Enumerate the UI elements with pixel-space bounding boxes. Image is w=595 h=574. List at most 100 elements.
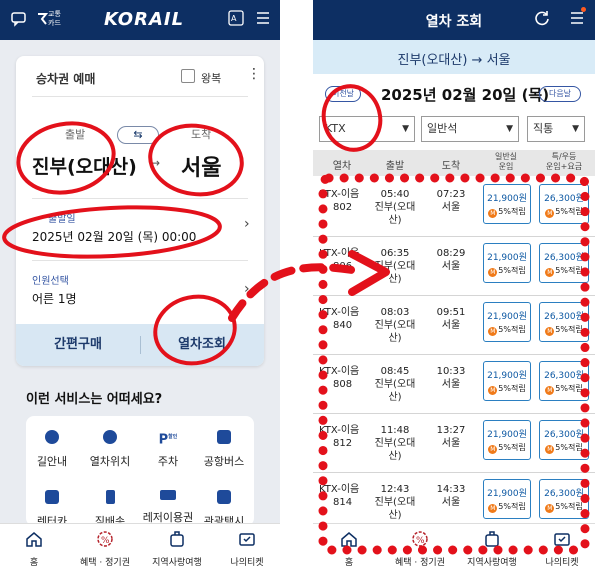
- standard-fare-button[interactable]: 21,900원 M 5%적립: [483, 243, 531, 283]
- passenger-label: 인원선택: [32, 276, 69, 287]
- mileage-icon: M: [545, 268, 555, 277]
- first-class-fare-button[interactable]: 26,300원 M 5%적립: [539, 302, 589, 342]
- service-parking[interactable]: P할인 주차: [138, 430, 198, 469]
- departure-label: 출발: [65, 128, 86, 141]
- arrival-time: 14:33: [436, 484, 466, 495]
- prev-day-button[interactable]: 이전날: [325, 86, 361, 102]
- more-options-icon[interactable]: ⋮: [247, 66, 261, 82]
- swap-stations-button[interactable]: ⇆: [117, 126, 159, 144]
- passenger-count[interactable]: 어른 1명: [32, 290, 77, 307]
- fare-price: 26,300원: [544, 312, 584, 322]
- mileage-info: M 5%적립: [540, 265, 588, 277]
- transport-card-label: 교통 카드: [48, 10, 61, 28]
- mileage-text: 5%적립: [555, 384, 583, 393]
- train-search-button[interactable]: 열차조회: [140, 324, 264, 366]
- nav-benefits[interactable]: % 혜택 · 정기권: [70, 530, 140, 568]
- nav-local-travel[interactable]: 지역사랑여행: [457, 530, 527, 568]
- nav-home[interactable]: 홈: [14, 530, 54, 568]
- mileage-text: 5%적립: [555, 443, 583, 452]
- departure-date[interactable]: 2025년 02월 20일 (목) 00:00: [32, 228, 196, 245]
- booking-card-title: 승차권 예매: [36, 72, 96, 86]
- screenshot-comparison: 교통 카드 KORAIL A 승차권 예매 왕복 ⋮ 출발 ⇆ 도착 진부(오대산…: [0, 0, 595, 574]
- nav-local-travel[interactable]: 지역사랑여행: [142, 530, 212, 568]
- home-icon: [14, 530, 54, 550]
- first-class-fare-button[interactable]: 26,300원 M 5%적립: [539, 361, 589, 401]
- departure-station[interactable]: 진부(오대산): [32, 152, 137, 179]
- arrival-station: 서울: [441, 497, 461, 508]
- standard-fare-button[interactable]: 21,900원 M 5%적립: [483, 420, 531, 460]
- service-airport-bus[interactable]: 공항버스: [194, 430, 254, 469]
- service-train-location[interactable]: 열차위치: [80, 430, 140, 469]
- fare-price: 26,300원: [544, 371, 584, 381]
- car-icon: [45, 490, 59, 504]
- first-class-fare-button[interactable]: 26,300원 M 5%적립: [539, 184, 589, 224]
- table-row[interactable]: KTX-이음 802 05:40 진부(오대산) 07:23 서울 21,900원 M 5%적립…: [313, 178, 595, 237]
- nav-my-tickets[interactable]: 나의티켓: [537, 530, 587, 568]
- easy-purchase-button[interactable]: 간편구매: [16, 324, 140, 366]
- refresh-icon[interactable]: [533, 9, 551, 31]
- standard-fare-button[interactable]: 21,900원 M 5%적립: [483, 302, 531, 342]
- arrival-station: 서울: [441, 379, 461, 390]
- departure-cell: 11:48 진부(오대산): [369, 424, 421, 463]
- mileage-info: M 5%적립: [540, 383, 588, 395]
- arrival-station[interactable]: 서울: [181, 150, 221, 182]
- mileage-icon: M: [545, 209, 555, 218]
- departure-cell: 05:40 진부(오대산): [369, 188, 421, 227]
- translate-icon[interactable]: A: [228, 10, 244, 31]
- col-train: 열차: [332, 161, 352, 172]
- service-navigation[interactable]: 길안내: [22, 430, 82, 469]
- action-buttons: 간편구매 열차조회: [16, 324, 264, 366]
- chevron-right-icon[interactable]: ›: [244, 281, 250, 297]
- nav-label: 홈: [29, 558, 39, 568]
- arrow-right-icon: →: [150, 156, 161, 170]
- departure-station: 진부(오대산): [374, 202, 416, 226]
- transport-card-icon[interactable]: [36, 11, 49, 31]
- table-row[interactable]: KTX-이음 840 08:03 진부(오대산) 09:51 서울 21,900원 M 5%적립…: [313, 296, 595, 355]
- chat-icon[interactable]: [10, 10, 28, 33]
- seat-class-select[interactable]: 일반석 ▼: [421, 116, 519, 142]
- arrival-cell: 09:51 서울: [429, 306, 473, 332]
- table-row[interactable]: KTX-이음 806 06:35 진부(오대산) 08:29 서울 21,900원 M 5%적립…: [313, 237, 595, 296]
- train-number: 812: [333, 438, 353, 449]
- transfer-select[interactable]: 직통 ▼: [527, 116, 585, 142]
- mileage-icon: M: [488, 386, 498, 395]
- mileage-icon: M: [545, 327, 555, 336]
- services-grid: 길안내 열차위치 P할인 주차 공항버스 렌터카 짐배송 레저이용권 관광택시: [26, 416, 254, 528]
- divider: [32, 260, 248, 261]
- chevron-right-icon[interactable]: ›: [244, 216, 250, 232]
- mileage-icon: M: [488, 327, 498, 336]
- dropdown-caret-icon: ▼: [572, 124, 579, 134]
- menu-icon[interactable]: [569, 9, 585, 29]
- first-class-fare-button[interactable]: 26,300원 M 5%적립: [539, 479, 589, 519]
- first-class-fare-button[interactable]: 26,300원 M 5%적립: [539, 243, 589, 283]
- departure-station: 진부(오대산): [374, 320, 416, 344]
- fare-price: 21,900원: [487, 194, 527, 204]
- mileage-info: M 5%적립: [484, 442, 530, 454]
- roundtrip-checkbox[interactable]: [181, 69, 195, 83]
- first-class-fare-button[interactable]: 26,300원 M 5%적립: [539, 420, 589, 460]
- mileage-icon: M: [488, 445, 498, 454]
- mileage-info: M 5%적립: [484, 206, 530, 218]
- badge-line-2: 카드: [48, 19, 61, 27]
- nav-my-tickets[interactable]: 나의티켓: [222, 530, 272, 568]
- suitcase-icon: [142, 530, 212, 550]
- next-day-button[interactable]: 다음날: [539, 86, 581, 102]
- departure-cell: 12:43 진부(오대산): [369, 483, 421, 522]
- mileage-text: 5%적립: [498, 502, 526, 511]
- arrival-cell: 08:29 서울: [429, 247, 473, 273]
- train-type-select[interactable]: KTX ▼: [319, 116, 415, 142]
- suitcase-icon: [457, 530, 527, 550]
- service-leisure-ticket[interactable]: 레저이용권: [138, 490, 198, 525]
- standard-fare-button[interactable]: 21,900원 M 5%적립: [483, 184, 531, 224]
- departure-time: 08:45: [380, 366, 410, 377]
- menu-icon[interactable]: [255, 10, 271, 31]
- table-row[interactable]: KTX-이음 808 08:45 진부(오대산) 10:33 서울 21,900원 M 5%적립…: [313, 355, 595, 414]
- nav-home[interactable]: 홈: [329, 530, 369, 568]
- notification-dot: [581, 7, 586, 12]
- standard-fare-button[interactable]: 21,900원 M 5%적립: [483, 361, 531, 401]
- standard-fare-button[interactable]: 21,900원 M 5%적립: [483, 479, 531, 519]
- arrival-cell: 07:23 서울: [429, 188, 473, 214]
- table-row[interactable]: KTX-이음 812 11:48 진부(오대산) 13:27 서울 21,900원 M 5%적립…: [313, 414, 595, 473]
- train-number: 802: [333, 202, 353, 213]
- nav-benefits[interactable]: % 혜택 · 정기권: [385, 530, 455, 568]
